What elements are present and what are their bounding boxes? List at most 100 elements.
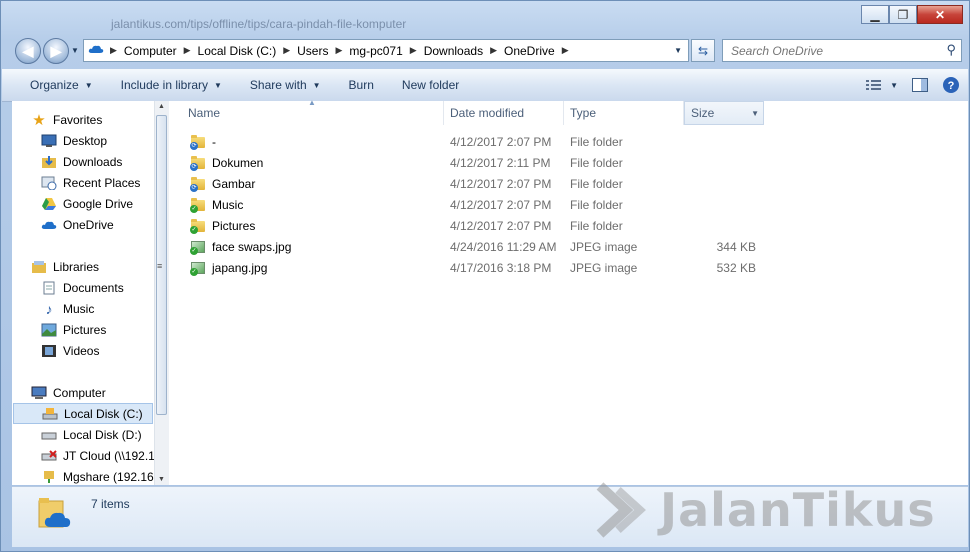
- organize-label: Organize: [30, 78, 79, 92]
- restore-button[interactable]: ❐: [889, 5, 917, 24]
- breadcrumb-computer[interactable]: Computer ▶: [124, 44, 198, 58]
- file-name-cell: ✓ Pictures: [190, 218, 255, 234]
- nav-label: JT Cloud (\\192.1: [63, 448, 154, 463]
- search-input[interactable]: [729, 43, 933, 59]
- chevron-down-icon[interactable]: ▼: [751, 109, 759, 118]
- nav-recent-places[interactable]: Recent Places: [41, 172, 140, 193]
- scroll-up-icon[interactable]: ▲: [158, 103, 165, 110]
- refresh-button[interactable]: ⇆: [691, 39, 715, 62]
- folder-sync-icon: ⟳: [190, 134, 206, 150]
- breadcrumb-label: mg-pc071: [349, 43, 403, 58]
- back-arrow-icon: ◀: [22, 42, 34, 59]
- file-type: File folder: [570, 134, 623, 149]
- file-row[interactable]: ✓ japang.jpg 4/17/2016 3:18 PM JPEG image…: [170, 257, 790, 278]
- onedrive-icon: [88, 43, 104, 58]
- folder-sync-icon: ⟳: [190, 155, 206, 171]
- system-drive-icon: [42, 407, 58, 421]
- burn-label: Burn: [348, 78, 374, 92]
- column-label: Name: [188, 106, 221, 120]
- help-icon[interactable]: ?: [942, 76, 960, 94]
- new-folder-button[interactable]: New folder: [388, 69, 473, 101]
- nav-google-drive[interactable]: Google Drive: [41, 193, 133, 214]
- burn-button[interactable]: Burn: [335, 69, 388, 101]
- file-row[interactable]: ✓ Music 4/12/2017 2:07 PM File folder: [170, 194, 790, 215]
- nav-videos[interactable]: Videos: [41, 340, 99, 361]
- nav-pictures[interactable]: Pictures: [41, 319, 106, 340]
- nav-onedrive[interactable]: OneDrive: [41, 214, 114, 235]
- column-label: Type: [570, 106, 597, 120]
- breadcrumb-root-arrow[interactable]: ▶: [110, 45, 124, 56]
- minimize-button[interactable]: ▁: [861, 5, 889, 24]
- include-in-library-label: Include in library: [120, 78, 208, 92]
- address-history-dropdown[interactable]: ▼: [674, 40, 688, 61]
- command-bar: Organize ▼ Include in library ▼ Share with…: [2, 69, 968, 102]
- forward-button[interactable]: ▶: [43, 38, 69, 64]
- breadcrumb-user[interactable]: mg-pc071 ▶: [349, 44, 423, 58]
- nav-jt-cloud[interactable]: JT Cloud (\\192.1: [41, 445, 154, 466]
- nav-scrollbar[interactable]: ▲ ≡ ▼: [154, 101, 169, 485]
- nav-label: OneDrive: [63, 217, 114, 232]
- nav-label: Mgshare (192.168: [63, 469, 154, 484]
- item-count: 7 items: [91, 497, 130, 511]
- forward-arrow-icon: ▶: [50, 42, 62, 59]
- nav-label: Computer: [53, 385, 106, 400]
- breadcrumb-label: Local Disk (C:): [197, 43, 277, 58]
- share-with-button[interactable]: Share with ▼: [236, 69, 335, 101]
- nav-downloads[interactable]: Downloads: [41, 151, 122, 172]
- nav-label: Favorites: [53, 112, 103, 127]
- column-date-modified[interactable]: Date modified: [444, 101, 564, 125]
- file-row[interactable]: ✓ face swaps.jpg 4/24/2016 11:29 AM JPEG …: [170, 236, 790, 257]
- breadcrumb-users[interactable]: Users ▶: [297, 44, 349, 58]
- nav-documents[interactable]: Documents: [41, 277, 124, 298]
- organize-button[interactable]: Organize ▼: [2, 69, 107, 101]
- nav-label: Music: [63, 301, 95, 316]
- scroll-down-icon[interactable]: ▼: [158, 476, 165, 483]
- file-row[interactable]: ⟳ - 4/12/2017 2:07 PM File folder: [170, 131, 790, 152]
- chevron-down-icon: ▼: [312, 80, 321, 90]
- toolbar-right: ▼ ?: [866, 69, 960, 101]
- breadcrumb-local-disk-c[interactable]: Local Disk (C:) ▶: [198, 44, 298, 58]
- close-button[interactable]: ✕: [917, 5, 963, 24]
- folder-sync-icon: ⟳: [190, 176, 206, 192]
- search-box[interactable]: ⚲: [722, 39, 962, 62]
- include-in-library-button[interactable]: Include in library ▼: [107, 69, 236, 101]
- column-type[interactable]: Type: [564, 101, 684, 125]
- network-drive-icon: [41, 470, 57, 484]
- nav-label: Libraries: [53, 259, 100, 274]
- libraries-icon: [31, 260, 47, 274]
- column-label: Size: [691, 106, 715, 120]
- jpeg-icon: ✓: [190, 240, 206, 255]
- nav-favorites[interactable]: ★ Favorites: [31, 109, 102, 130]
- nav-local-disk-d[interactable]: Local Disk (D:): [41, 424, 142, 445]
- back-button[interactable]: ◀: [15, 38, 41, 64]
- nav-local-disk-c[interactable]: Local Disk (C:): [13, 403, 153, 424]
- content-area: ★ Favorites Desktop Downloads Recent Plac…: [12, 98, 968, 485]
- folder-synced-icon: ✓: [190, 197, 206, 213]
- column-name[interactable]: Name: [182, 101, 444, 125]
- recent-pages-dropdown[interactable]: ▼: [71, 46, 79, 55]
- nav-computer[interactable]: Computer: [31, 382, 106, 403]
- google-drive-icon: [41, 197, 57, 211]
- preview-pane-icon[interactable]: [912, 78, 928, 92]
- chevron-down-icon: ▼: [890, 80, 898, 90]
- nav-libraries[interactable]: Libraries: [31, 256, 99, 277]
- desktop-icon: [41, 134, 57, 148]
- file-name-cell: ✓ japang.jpg: [190, 261, 267, 276]
- nav-mgshare[interactable]: Mgshare (192.168: [41, 466, 154, 485]
- computer-icon: [31, 386, 47, 400]
- file-row[interactable]: ⟳ Gambar 4/12/2017 2:07 PM File folder: [170, 173, 790, 194]
- file-row[interactable]: ⟳ Dokumen 4/12/2017 2:11 PM File folder: [170, 152, 790, 173]
- column-size[interactable]: Size ▼: [684, 101, 764, 125]
- nav-label: Local Disk (D:): [63, 427, 142, 442]
- file-row[interactable]: ✓ Pictures 4/12/2017 2:07 PM File folder: [170, 215, 790, 236]
- nav-music[interactable]: ♪ Music: [41, 298, 95, 319]
- breadcrumb-downloads[interactable]: Downloads ▶: [424, 44, 504, 58]
- breadcrumb-onedrive[interactable]: OneDrive ▶: [504, 44, 576, 58]
- nav-label: Pictures: [63, 322, 107, 337]
- details-view-icon: [866, 80, 882, 90]
- address-bar[interactable]: ▶ Computer ▶ Local Disk (C:) ▶ Users ▶ mg-p…: [83, 39, 689, 62]
- view-options-button[interactable]: ▼: [866, 79, 898, 91]
- music-icon: ♪: [45, 300, 53, 317]
- file-type: File folder: [570, 197, 623, 212]
- nav-desktop[interactable]: Desktop: [41, 130, 107, 151]
